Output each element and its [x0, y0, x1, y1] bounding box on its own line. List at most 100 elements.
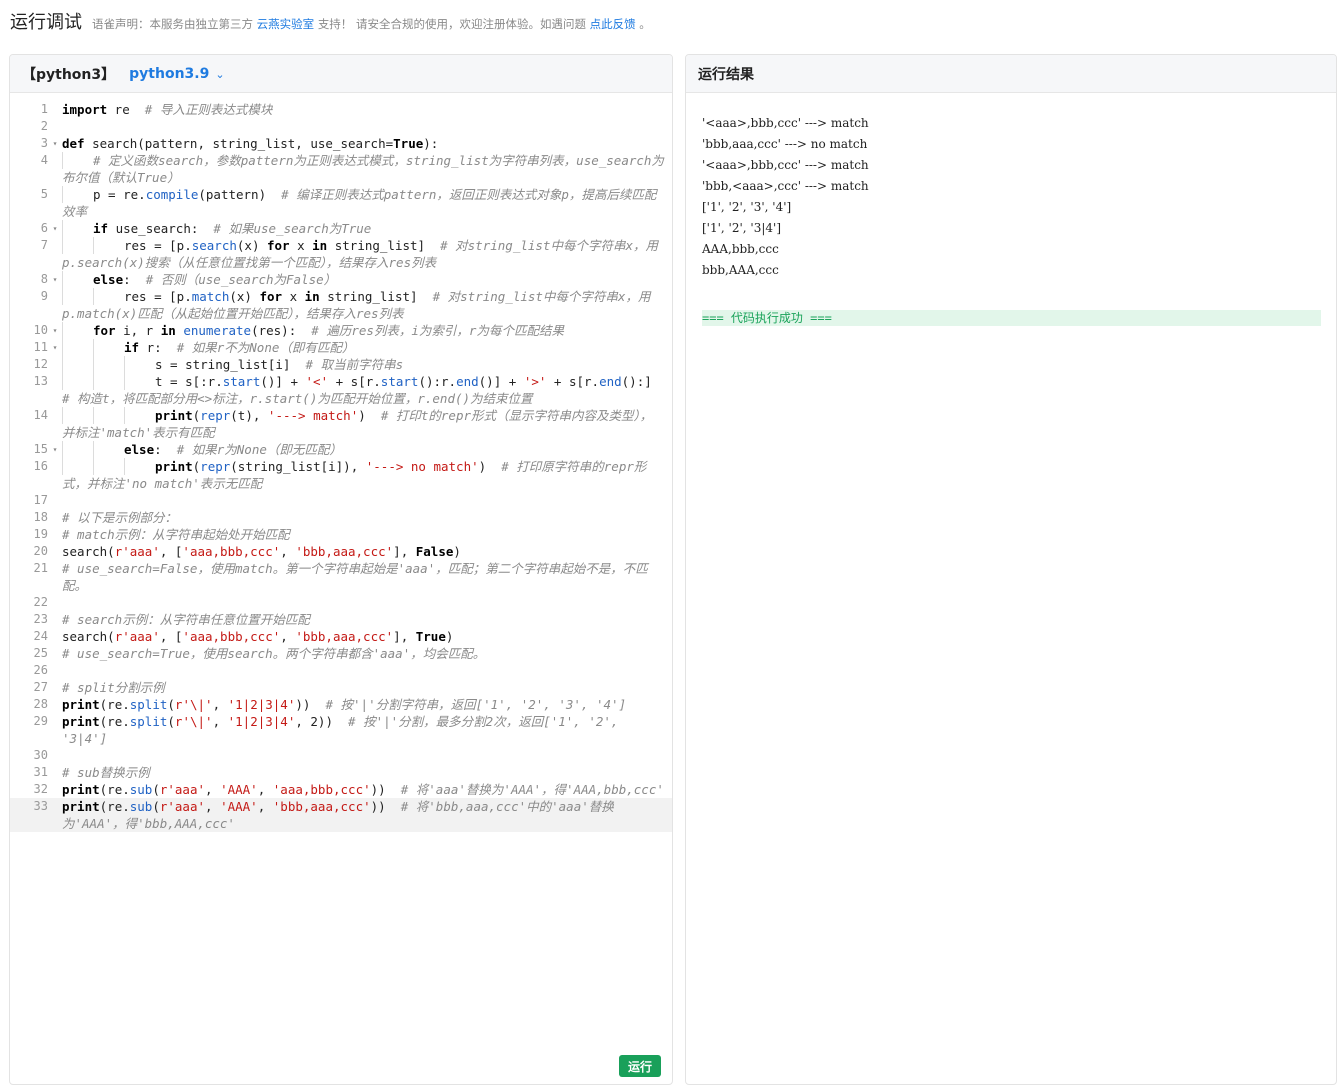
code-line[interactable]: 15 ▾ else: # 如果r为None（即无匹配）: [10, 441, 672, 458]
code-line[interactable]: 20 search(r'aaa', ['aaa,bbb,ccc', 'bbb,aa…: [10, 543, 672, 560]
code-text[interactable]: [62, 492, 672, 509]
fold-arrow-icon[interactable]: ▾: [48, 339, 62, 356]
code-line[interactable]: 13 t = s[:r.start()] + '<' + s[r.start():…: [10, 373, 672, 407]
code-line[interactable]: 1 import re # 导入正则表达式模块: [10, 101, 672, 118]
code-text[interactable]: [62, 118, 672, 135]
feedback-link[interactable]: 点此反馈: [590, 17, 636, 31]
code-editor-panel: 【python3】 python3.9 ⌄ 1 import re # 导入正则表…: [9, 54, 673, 1085]
code-text[interactable]: if r: # 如果r不为None（即有匹配）: [62, 339, 672, 356]
code-line[interactable]: 22: [10, 594, 672, 611]
code-text[interactable]: # 定义函数search，参数pattern为正则表达式模式，string_li…: [62, 152, 672, 186]
fold-arrow-icon[interactable]: ▾: [48, 220, 62, 237]
line-number: 12: [33, 357, 48, 371]
code-text[interactable]: import re # 导入正则表达式模块: [62, 101, 672, 118]
fold-gutter: [48, 492, 62, 509]
code-text[interactable]: [62, 594, 672, 611]
code-text[interactable]: # match示例：从字符串起始处开始匹配: [62, 526, 672, 543]
code-line[interactable]: 9 res = [p.match(x) for x in string_list]…: [10, 288, 672, 322]
code-text[interactable]: # sub替换示例: [62, 764, 672, 781]
code-line[interactable]: 7 res = [p.search(x) for x in string_list…: [10, 237, 672, 271]
code-text[interactable]: # search示例：从字符串任意位置开始匹配: [62, 611, 672, 628]
code-line[interactable]: 32 print(re.sub(r'aaa', 'AAA', 'aaa,bbb,c…: [10, 781, 672, 798]
code-text[interactable]: print(re.sub(r'aaa', 'AAA', 'aaa,bbb,ccc…: [62, 781, 672, 798]
code-line[interactable]: 24 search(r'aaa', ['aaa,bbb,ccc', 'bbb,aa…: [10, 628, 672, 645]
code-text[interactable]: # use_search=False，使用match。第一个字符串起始是'aaa…: [62, 560, 672, 594]
code-line[interactable]: 19 # match示例：从字符串起始处开始匹配: [10, 526, 672, 543]
code-text[interactable]: res = [p.search(x) for x in string_list]…: [62, 237, 672, 271]
version-select[interactable]: python3.9: [129, 66, 209, 82]
fold-gutter: [48, 628, 62, 645]
line-number: 10: [33, 323, 48, 337]
code-text[interactable]: else: # 如果r为None（即无匹配）: [62, 441, 672, 458]
code-text[interactable]: res = [p.match(x) for x in string_list] …: [62, 288, 672, 322]
fold-arrow-icon[interactable]: ▾: [48, 271, 62, 288]
code-text[interactable]: print(re.split(r'\|', '1|2|3|4', 2)) # 按…: [62, 713, 672, 747]
code-text[interactable]: # split分割示例: [62, 679, 672, 696]
code-text[interactable]: print(repr(string_list[i]), '---> no mat…: [62, 458, 672, 492]
top-bar: 运行调试 语雀声明：本服务由独立第三方 云燕实验室 支持！ 请安全合规的使用，欢…: [10, 8, 651, 42]
code-line[interactable]: 6 ▾ if use_search: # 如果use_search为True: [10, 220, 672, 237]
chevron-down-icon[interactable]: ⌄: [215, 68, 224, 81]
code-text[interactable]: t = s[:r.start()] + '<' + s[r.start():r.…: [62, 373, 672, 407]
fold-arrow-icon[interactable]: ▾: [48, 135, 62, 152]
code-line[interactable]: 2: [10, 118, 672, 135]
code-line[interactable]: 31 # sub替换示例: [10, 764, 672, 781]
fold-gutter: [48, 781, 62, 798]
run-button[interactable]: 运行: [619, 1055, 661, 1077]
code-text[interactable]: search(r'aaa', ['aaa,bbb,ccc', 'bbb,aaa,…: [62, 628, 672, 645]
code-line[interactable]: 14 print(repr(t), '---> match') # 打印t的rep…: [10, 407, 672, 441]
service-notice: 语雀声明：本服务由独立第三方 云燕实验室 支持！ 请安全合规的使用，欢迎注册体验…: [92, 16, 651, 32]
code-area[interactable]: 1 import re # 导入正则表达式模块 2 3 ▾ def search(patt…: [10, 101, 672, 832]
fold-arrow-icon[interactable]: ▾: [48, 322, 62, 339]
code-line[interactable]: 33 print(re.sub(r'aaa', 'AAA', 'bbb,aaa,c…: [10, 798, 672, 832]
code-line[interactable]: 23 # search示例：从字符串任意位置开始匹配: [10, 611, 672, 628]
code-text[interactable]: search(r'aaa', ['aaa,bbb,ccc', 'bbb,aaa,…: [62, 543, 672, 560]
code-line[interactable]: 26: [10, 662, 672, 679]
code-text[interactable]: if use_search: # 如果use_search为True: [62, 220, 672, 237]
code-line[interactable]: 21 # use_search=False，使用match。第一个字符串起始是'a…: [10, 560, 672, 594]
fold-gutter: [48, 407, 62, 441]
code-line[interactable]: 27 # split分割示例: [10, 679, 672, 696]
fold-gutter: [48, 764, 62, 781]
code-text[interactable]: else: # 否则（use_search为False）: [62, 271, 672, 288]
result-panel: 运行结果 '<aaa>,bbb,ccc' ---> match 'bbb,aaa,…: [685, 54, 1337, 1085]
code-line[interactable]: 29 print(re.split(r'\|', '1|2|3|4', 2)) #…: [10, 713, 672, 747]
code-text[interactable]: [62, 662, 672, 679]
line-number: 4: [40, 153, 48, 167]
code-text[interactable]: # 以下是示例部分：: [62, 509, 672, 526]
code-text[interactable]: def search(pattern, string_list, use_sea…: [62, 135, 672, 152]
code-line[interactable]: 12 s = string_list[i] # 取当前字符串s: [10, 356, 672, 373]
fold-gutter: [48, 526, 62, 543]
code-line[interactable]: 28 print(re.split(r'\|', '1|2|3|4')) # 按'…: [10, 696, 672, 713]
code-text[interactable]: print(repr(t), '---> match') # 打印t的repr形…: [62, 407, 672, 441]
fold-gutter: [48, 560, 62, 594]
fold-gutter: [48, 594, 62, 611]
code-text[interactable]: p = re.compile(pattern) # 编译正则表达式pattern…: [62, 186, 672, 220]
line-number: 32: [33, 782, 48, 796]
notice-link-lab[interactable]: 云燕实验室: [257, 17, 315, 31]
code-text[interactable]: print(re.sub(r'aaa', 'AAA', 'bbb,aaa,ccc…: [62, 798, 672, 832]
code-line[interactable]: 11 ▾ if r: # 如果r不为None（即有匹配）: [10, 339, 672, 356]
notice-text: 语雀声明：本服务由独立第三方: [92, 17, 253, 31]
code-line[interactable]: 10 ▾ for i, r in enumerate(res): # 遍历res列表…: [10, 322, 672, 339]
code-line[interactable]: 17: [10, 492, 672, 509]
output-line: '<aaa>,bbb,ccc' ---> match: [702, 158, 869, 172]
line-number: 31: [33, 765, 48, 779]
code-line[interactable]: 25 # use_search=True，使用search。两个字符串都含'aaa…: [10, 645, 672, 662]
code-line[interactable]: 4 # 定义函数search，参数pattern为正则表达式模式，string_l…: [10, 152, 672, 186]
code-line[interactable]: 5 p = re.compile(pattern) # 编译正则表达式patter…: [10, 186, 672, 220]
code-line[interactable]: 18 # 以下是示例部分：: [10, 509, 672, 526]
line-number: 23: [33, 612, 48, 626]
code-text[interactable]: [62, 747, 672, 764]
code-line[interactable]: 3 ▾ def search(pattern, string_list, use_s…: [10, 135, 672, 152]
fold-gutter: [48, 118, 62, 135]
fold-arrow-icon[interactable]: ▾: [48, 441, 62, 458]
code-text[interactable]: print(re.split(r'\|', '1|2|3|4')) # 按'|'…: [62, 696, 672, 713]
code-text[interactable]: s = string_list[i] # 取当前字符串s: [62, 356, 672, 373]
code-text[interactable]: for i, r in enumerate(res): # 遍历res列表，i为…: [62, 322, 672, 339]
code-line[interactable]: 30: [10, 747, 672, 764]
code-line[interactable]: 8 ▾ else: # 否则（use_search为False）: [10, 271, 672, 288]
notice-suffix: 。: [639, 17, 651, 31]
code-text[interactable]: # use_search=True，使用search。两个字符串都含'aaa'，…: [62, 645, 672, 662]
code-line[interactable]: 16 print(repr(string_list[i]), '---> no m…: [10, 458, 672, 492]
